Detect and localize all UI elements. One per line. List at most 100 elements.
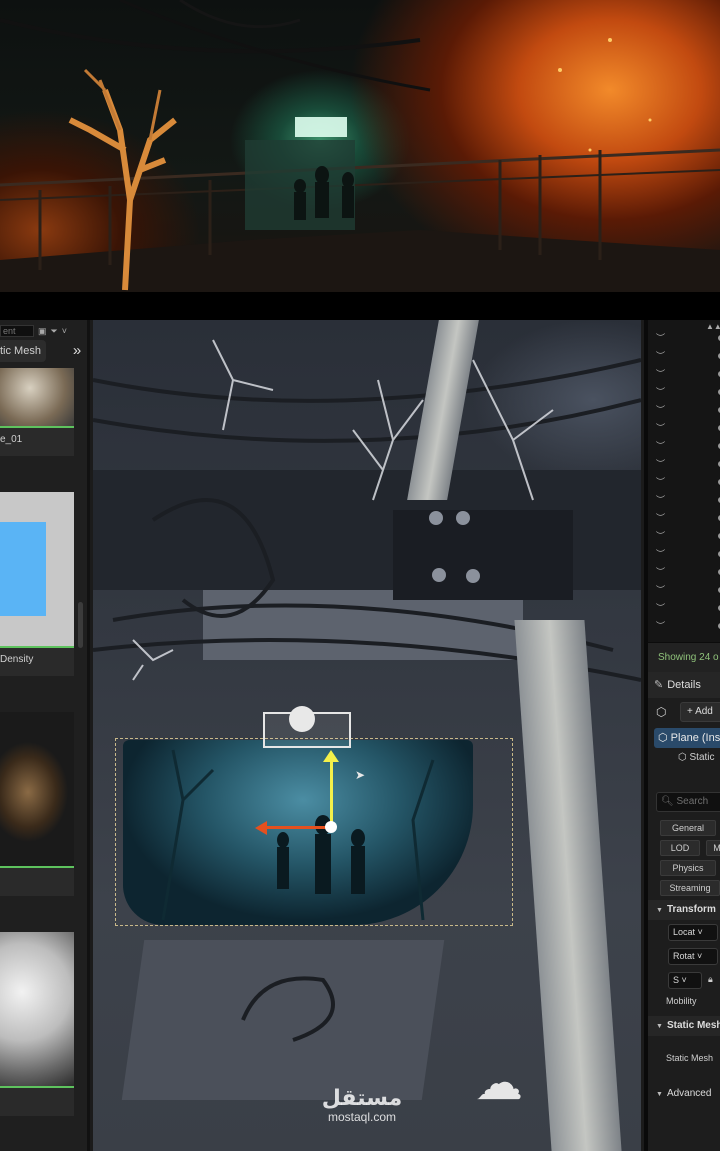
outliner-row[interactable]: ︶ — [648, 600, 720, 616]
outliner-row[interactable]: ︶ — [648, 330, 720, 346]
gizmo-x-axis[interactable] — [265, 826, 331, 829]
subcomponent-name: Static — [689, 752, 715, 763]
gizmo-y-arrowhead[interactable] — [323, 750, 339, 762]
outliner-row[interactable]: ︶ — [648, 492, 720, 508]
add-component-button[interactable]: + Add — [680, 702, 720, 722]
outliner-row[interactable]: ︶ — [648, 384, 720, 400]
chevron-down-icon[interactable]: ︶ — [656, 366, 665, 382]
outliner-row[interactable]: ︶ — [648, 564, 720, 580]
static-mesh-property-label: Static Mesh — [666, 1053, 714, 1063]
cloud-actor-icon[interactable]: ☁ — [475, 1060, 523, 1108]
content-browser-toolbar: ent ▣ ⏷ ˅ — [0, 320, 87, 342]
chevron-down-icon[interactable]: ︶ — [656, 330, 665, 346]
filter-chip-m[interactable]: M — [706, 840, 720, 856]
save-icon[interactable]: ▣ — [38, 326, 47, 337]
mostaql-watermark: مستقل mostaql.com — [316, 1087, 408, 1124]
outliner-count-text: Showing 24 o — [658, 652, 719, 663]
component-item-selected[interactable]: ⬡ Plane (Ins — [654, 728, 720, 748]
lock-icon[interactable]: 🔒︎ — [708, 974, 713, 985]
filter-chip-physics[interactable]: Physics — [660, 860, 716, 876]
filter-icon[interactable]: ⏷ — [51, 326, 58, 337]
asset-label: e_01 — [0, 434, 23, 445]
details-search-input[interactable]: 🔍︎ Search — [656, 792, 720, 812]
subcomponent-item[interactable]: ⬡ Static — [678, 752, 715, 763]
letterbox-band — [0, 292, 720, 320]
asset-tile[interactable] — [0, 932, 74, 1116]
pencil-icon: ✎ — [654, 679, 664, 691]
component-name: Plane (Ins — [670, 732, 720, 744]
chevron-down-icon[interactable]: ︶ — [656, 402, 665, 418]
asset-thumbnail — [0, 492, 74, 648]
collapse-triangle-icon: ▼ — [656, 1091, 663, 1098]
details-panel: ✎ Details ⬡ + Add ⬡ Plane (Ins ⬡ Static 🔍… — [644, 672, 720, 1151]
advanced-section-label: Advanced — [666, 1088, 712, 1099]
light-bulb-icon[interactable] — [289, 706, 315, 732]
outliner-row[interactable]: ︶ — [648, 366, 720, 382]
density-swatch — [0, 522, 46, 616]
expand-more-icon[interactable]: » — [68, 340, 86, 362]
chevron-down-icon[interactable]: ︶ — [656, 474, 665, 490]
asset-label — [0, 868, 74, 896]
outliner-row[interactable]: ︶ — [648, 474, 720, 490]
static-mesh-filter-chip[interactable]: tic Mesh — [0, 340, 46, 362]
outliner-row[interactable]: ︶ — [648, 420, 720, 436]
location-dropdown[interactable]: Locat ˅ — [668, 924, 718, 941]
chevron-down-icon[interactable]: ︶ — [656, 510, 665, 526]
asset-tile[interactable]: e_01 — [0, 368, 74, 456]
transform-section-header[interactable]: ▼ Transform — [648, 900, 720, 920]
rotation-dropdown[interactable]: Rotat ˅ — [668, 948, 718, 965]
outliner-row[interactable]: ︶ — [648, 438, 720, 454]
level-viewport[interactable]: ➤ ☁ — [93, 320, 641, 1151]
outliner-row[interactable]: ︶ — [648, 348, 720, 364]
static-mesh-section-label: Static Mesh — [666, 1020, 720, 1031]
outliner-row[interactable]: ︶ — [648, 402, 720, 418]
gizmo-x-arrowhead[interactable] — [255, 821, 267, 835]
selection-bounds — [115, 738, 513, 926]
advanced-section-header[interactable]: ▼ Advanced — [648, 1084, 720, 1104]
filter-chip-general[interactable]: General — [660, 820, 716, 836]
chevron-down-icon[interactable]: ︶ — [656, 438, 665, 454]
outliner-row[interactable]: ︶ — [648, 528, 720, 544]
editor-window: ent ▣ ⏷ ˅ tic Mesh » e_01 Density ➤ ☁ ▲▲… — [0, 320, 720, 1151]
asset-thumbnail — [0, 932, 74, 1088]
gizmo-y-axis[interactable] — [330, 758, 333, 828]
scale-dropdown[interactable]: S ˅ — [668, 972, 702, 989]
chevron-down-icon[interactable]: ︶ — [656, 618, 665, 634]
collapse-triangle-icon: ▼ — [656, 907, 663, 914]
add-label: Add — [695, 706, 713, 717]
chevron-down-icon[interactable]: ︶ — [656, 582, 665, 598]
content-search-input[interactable]: ent — [0, 325, 34, 337]
add-component-row: ⬡ + Add — [648, 702, 720, 724]
chevron-down-icon[interactable]: ︶ — [656, 420, 665, 436]
outliner-row[interactable]: ︶ — [648, 456, 720, 472]
chevron-down-icon[interactable]: ︶ — [656, 528, 665, 544]
details-search-placeholder: Search — [676, 796, 709, 807]
chevron-down-icon[interactable]: ︶ — [656, 384, 665, 400]
asset-label — [0, 1088, 74, 1116]
filter-chip-streaming[interactable]: Streaming — [660, 880, 720, 896]
forest-scene-illustration — [0, 0, 720, 292]
content-browser-panel: ent ▣ ⏷ ˅ tic Mesh » e_01 Density — [0, 320, 90, 1151]
content-browser-scrollbar[interactable] — [78, 602, 83, 648]
chevron-down-icon[interactable]: ︶ — [656, 564, 665, 580]
chevron-down-icon[interactable]: ︶ — [656, 456, 665, 472]
outliner-row[interactable]: ︶ — [648, 582, 720, 598]
asset-tile[interactable] — [0, 712, 74, 896]
details-tab-label: Details — [667, 679, 701, 691]
chevron-down-icon[interactable]: ︶ — [656, 546, 665, 562]
outliner-row[interactable]: ︶ — [648, 618, 720, 634]
chevron-down-icon[interactable]: ︶ — [656, 492, 665, 508]
asset-tile[interactable]: Density — [0, 492, 74, 676]
filter-chip-lod[interactable]: LOD — [660, 840, 700, 856]
details-tab[interactable]: ✎ Details — [648, 672, 720, 698]
static-mesh-section-header[interactable]: ▼ Static Mesh — [648, 1016, 720, 1036]
chevron-down-icon[interactable]: ˅ — [62, 326, 67, 336]
outliner-status-bar: Showing 24 o — [644, 642, 720, 672]
cursor-icon: ➤ — [355, 768, 366, 782]
collapse-triangle-icon: ▼ — [656, 1023, 663, 1030]
gizmo-center-handle[interactable] — [325, 821, 337, 833]
outliner-row[interactable]: ︶ — [648, 546, 720, 562]
outliner-row[interactable]: ︶ — [648, 510, 720, 526]
chevron-down-icon[interactable]: ︶ — [656, 348, 665, 364]
chevron-down-icon[interactable]: ︶ — [656, 600, 665, 616]
